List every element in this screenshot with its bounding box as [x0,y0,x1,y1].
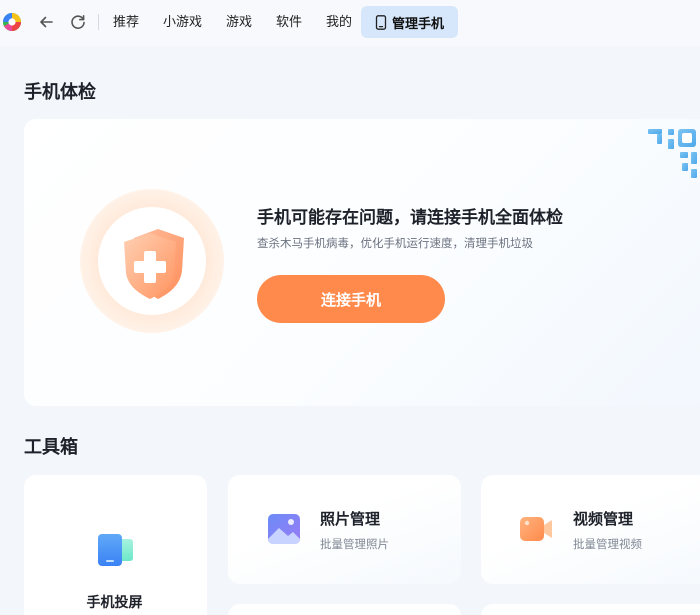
phone-icon [375,14,387,30]
nav-tab-manage-phone[interactable]: 管理手机 [361,6,458,38]
toolbar-separator [98,14,99,30]
tool-card-partial-1[interactable] [228,604,461,615]
nav-tab-recommend[interactable]: 推荐 [113,13,139,33]
browser-logo-icon[interactable] [2,12,22,32]
nav-tab-mini-games[interactable]: 小游戏 [163,13,202,33]
photo-icon [268,514,300,544]
checkup-subtitle: 查杀木马手机病毒，优化手机运行速度，清理手机垃圾 [257,236,533,250]
tool-card-photo-manager[interactable] [228,475,461,584]
checkup-section-title: 手机体检 [24,82,96,103]
tool-card-partial-2[interactable] [481,604,700,615]
photo-manager-desc: 批量管理照片 [320,537,389,551]
back-arrow-icon[interactable] [37,13,55,31]
video-manager-desc: 批量管理视频 [573,537,642,551]
toolbox-section-title: 工具箱 [24,437,78,458]
checkup-title: 手机可能存在问题，请连接手机全面体检 [257,208,563,228]
connect-phone-button[interactable]: 连接手机 [257,275,445,323]
nav-tab-mine[interactable]: 我的 [326,13,352,33]
tool-card-video-manager[interactable] [481,475,700,584]
video-manager-title: 视频管理 [573,510,634,528]
top-navigation-bar: 推荐 小游戏 游戏 软件 我的 管理手机 [0,0,700,46]
screen-cast-icon [98,534,133,566]
qr-code-icon[interactable] [644,125,700,183]
nav-tab-manage-phone-label: 管理手机 [391,16,444,32]
video-icon [520,517,552,541]
refresh-icon[interactable] [69,13,87,31]
photo-manager-title: 照片管理 [320,510,381,528]
screen-cast-label: 手机投屏 [86,595,143,611]
nav-tab-software[interactable]: 软件 [276,13,302,33]
shield-plus-icon [80,189,224,333]
nav-tab-games[interactable]: 游戏 [226,13,252,33]
